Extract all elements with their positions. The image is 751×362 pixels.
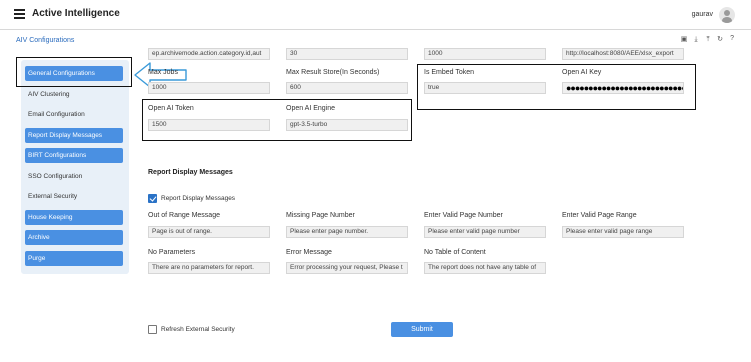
top-bar: Active Intelligence gaurav xyxy=(0,0,751,30)
refresh-external-security-checkbox[interactable] xyxy=(148,325,157,334)
config-field-export-url[interactable]: http://localhost:8080/AEE/xlsx_export xyxy=(562,48,684,60)
download-icon[interactable]: ⤓ xyxy=(692,35,700,44)
open-ai-token-label: Open AI Token xyxy=(148,105,194,112)
no-table-of-content-field[interactable]: The report does not have any table of xyxy=(424,262,546,274)
open-ai-key-label: Open AI Key xyxy=(562,69,602,76)
breadcrumb[interactable]: AIV Configurations xyxy=(16,37,74,44)
sidebar-item-house-keeping[interactable]: House Keeping xyxy=(25,210,123,225)
app-title: Active Intelligence xyxy=(32,8,120,19)
report-messages-title: Report Display Messages xyxy=(148,169,233,176)
max-result-store-field[interactable]: 600 xyxy=(286,82,408,94)
sidebar-item-aiv-clustering[interactable]: AIV Clustering xyxy=(25,87,123,102)
is-embed-token-label: Is Embed Token xyxy=(424,69,475,76)
sidebar-item-purge[interactable]: Purge xyxy=(25,251,123,266)
config-field-row0-3[interactable]: 1000 xyxy=(424,48,546,60)
refresh-external-security-label: Refresh External Security xyxy=(161,326,235,333)
sidebar-item-birt-configurations[interactable]: BIRT Configurations xyxy=(25,148,123,163)
max-jobs-field[interactable]: 1000 xyxy=(148,82,270,94)
avatar-icon[interactable] xyxy=(719,7,735,23)
sidebar-item-email-configuration[interactable]: Email Configuration xyxy=(25,107,123,122)
upload-icon[interactable]: ⤒ xyxy=(704,35,712,44)
sidebar-item-archive[interactable]: Archive xyxy=(25,230,123,245)
report-messages-checkbox[interactable] xyxy=(148,194,157,203)
no-parameters-label: No Parameters xyxy=(148,249,196,256)
error-message-label: Error Message xyxy=(286,249,332,256)
toolbar: ▣ ⤓ ⤒ ↻ xyxy=(680,35,724,44)
submit-button[interactable]: Submit xyxy=(391,322,453,337)
report-messages-checkbox-label: Report Display Messages xyxy=(161,195,236,202)
out-of-range-field[interactable]: Page is out of range. xyxy=(148,226,270,238)
valid-page-number-label: Enter Valid Page Number xyxy=(424,212,503,219)
sidebar: General Configurations AIV Clustering Em… xyxy=(21,60,129,274)
hamburger-menu-icon[interactable] xyxy=(14,9,25,19)
open-ai-engine-label: Open AI Engine xyxy=(286,105,336,112)
out-of-range-label: Out of Range Message xyxy=(148,212,220,219)
missing-page-number-label: Missing Page Number xyxy=(286,212,355,219)
help-icon[interactable]: ? xyxy=(730,35,734,42)
save-icon[interactable]: ▣ xyxy=(680,35,688,44)
user-name[interactable]: gaurav xyxy=(692,11,713,18)
sidebar-item-sso-configuration[interactable]: SSO Configuration xyxy=(25,169,123,184)
error-message-field[interactable]: Error processing your request, Please t xyxy=(286,262,408,274)
sidebar-item-report-display-messages[interactable]: Report Display Messages xyxy=(25,128,123,143)
refresh-icon[interactable]: ↻ xyxy=(716,35,724,44)
missing-page-number-field[interactable]: Please enter page number. xyxy=(286,226,408,238)
max-result-store-label: Max Result Store(In Seconds) xyxy=(286,69,380,76)
sidebar-item-external-security[interactable]: External Security xyxy=(25,189,123,204)
open-ai-token-field[interactable]: 1500 xyxy=(148,119,270,131)
valid-page-range-label: Enter Valid Page Range xyxy=(562,212,637,219)
open-ai-key-field[interactable]: ●●●●●●●●●●●●●●●●●●●●●●●●●●●●●●●●●●●●●●●●… xyxy=(562,82,684,94)
config-field-category-id[interactable]: ep.archivemode.action.category.id,aut xyxy=(148,48,270,60)
is-embed-token-field[interactable]: true xyxy=(424,82,546,94)
config-field-row0-2[interactable]: 30 xyxy=(286,48,408,60)
no-parameters-field[interactable]: There are no parameters for report. xyxy=(148,262,270,274)
valid-page-number-field[interactable]: Please enter valid page number xyxy=(424,226,546,238)
valid-page-range-field[interactable]: Please enter valid page range xyxy=(562,226,684,238)
open-ai-engine-field[interactable]: gpt-3.5-turbo xyxy=(286,119,408,131)
max-jobs-label: Max Jobs xyxy=(148,69,178,76)
highlight-box-general-configurations xyxy=(16,57,132,87)
no-table-of-content-label: No Table of Content xyxy=(424,249,486,256)
